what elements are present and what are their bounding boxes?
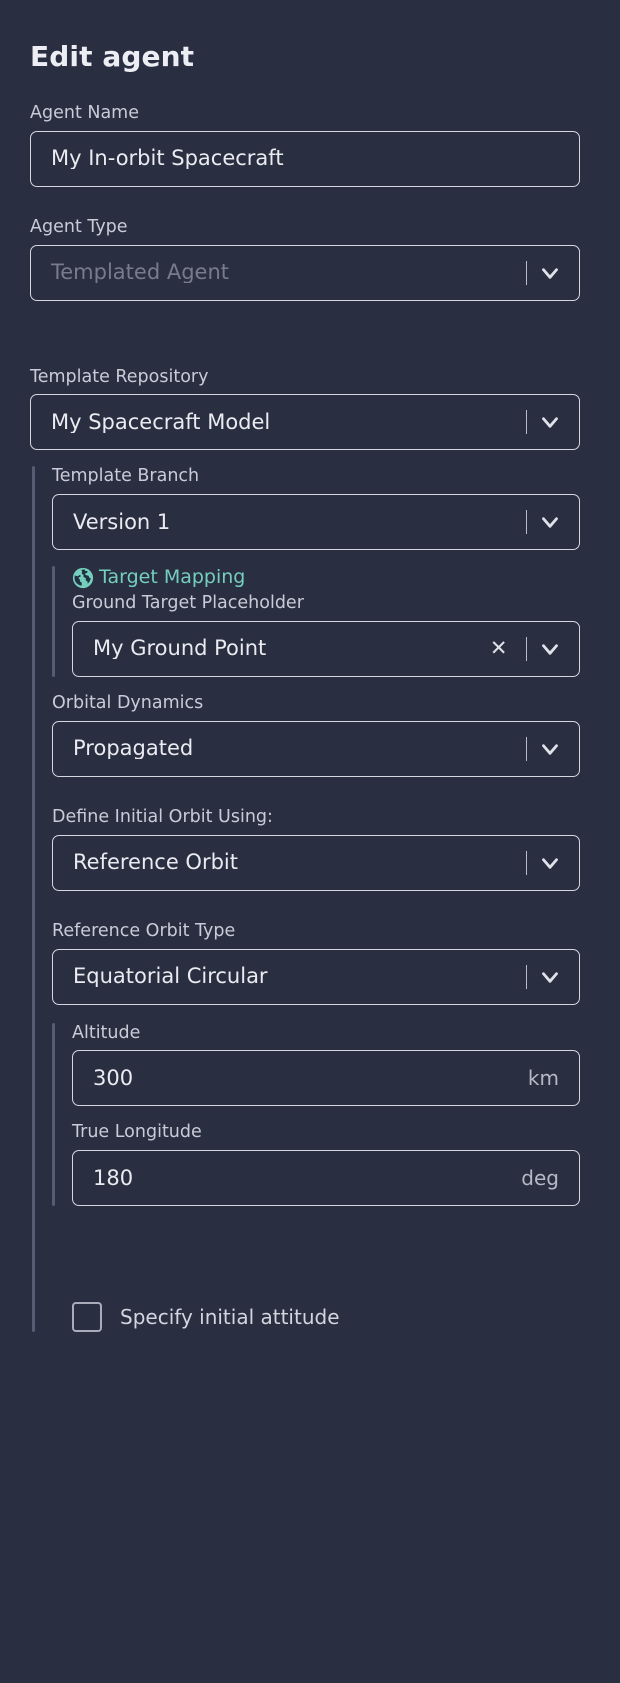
reference-orbit-type-value: Equatorial Circular xyxy=(73,966,268,988)
divider xyxy=(525,736,527,761)
specify-initial-attitude-row[interactable]: Specify initial attitude xyxy=(52,1302,580,1333)
altitude-unit: km xyxy=(527,1066,559,1091)
target-mapping-label: Target Mapping xyxy=(99,566,246,589)
ground-target-placeholder-select[interactable]: My Ground Point ✕ xyxy=(72,620,580,677)
field-agent-name: Agent Name My In-orbit Spacecraft xyxy=(30,103,580,187)
template-branch-adornments xyxy=(516,509,570,535)
agent-type-select[interactable]: Templated Agent xyxy=(30,244,580,301)
field-template-branch: Template Branch Version 1 xyxy=(52,466,580,551)
field-orbital-dynamics: Orbital Dynamics Propagated xyxy=(52,693,580,777)
orbital-dynamics-label: Orbital Dynamics xyxy=(52,692,204,713)
template-repository-select[interactable]: My Spacecraft Model xyxy=(30,394,580,451)
chevron-down-icon[interactable] xyxy=(537,636,563,662)
agent-name-label: Agent Name xyxy=(30,102,139,123)
true-longitude-unit: deg xyxy=(521,1166,559,1191)
orbital-dynamics-value: Propagated xyxy=(73,738,194,760)
orbit-parameters-group: Altitude 300 km True Longitude 180 deg xyxy=(52,1022,580,1207)
divider xyxy=(525,636,527,661)
divider xyxy=(525,410,527,435)
reference-orbit-type-adornments xyxy=(516,964,570,990)
field-altitude: Altitude 300 km xyxy=(72,1023,580,1107)
ground-target-placeholder-label: Ground Target Placeholder xyxy=(72,593,304,614)
orbital-dynamics-adornments xyxy=(516,736,570,762)
ground-target-adornments: ✕ xyxy=(482,636,569,662)
true-longitude-value: 180 xyxy=(93,1167,134,1189)
chevron-down-icon[interactable] xyxy=(537,850,563,876)
agent-name-input[interactable]: My In-orbit Spacecraft xyxy=(30,130,580,187)
altitude-value: 300 xyxy=(93,1067,134,1089)
true-longitude-label: True Longitude xyxy=(72,1122,202,1143)
template-repository-adornments xyxy=(516,409,570,435)
field-template-repository: Template Repository My Spacecraft Model xyxy=(30,367,580,451)
true-longitude-input[interactable]: 180 deg xyxy=(72,1150,580,1207)
edit-agent-panel: Edit agent Agent Name My In-orbit Spacec… xyxy=(0,0,620,1683)
template-branch-label: Template Branch xyxy=(52,466,200,487)
define-initial-orbit-using-select[interactable]: Reference Orbit xyxy=(52,834,580,891)
chevron-down-icon[interactable] xyxy=(537,964,563,990)
template-branch-select[interactable]: Version 1 xyxy=(52,494,580,551)
altitude-input[interactable]: 300 km xyxy=(72,1050,580,1107)
field-define-initial-orbit-using: Define Initial Orbit Using: Reference Or… xyxy=(52,807,580,891)
globe-icon xyxy=(72,567,94,588)
field-agent-type: Agent Type Templated Agent xyxy=(30,217,580,301)
agent-name-value: My In-orbit Spacecraft xyxy=(51,148,284,170)
page-title: Edit agent xyxy=(30,40,195,73)
altitude-label: Altitude xyxy=(72,1022,141,1043)
specify-initial-attitude-label: Specify initial attitude xyxy=(120,1305,340,1330)
divider xyxy=(525,260,527,285)
specify-initial-attitude-checkbox[interactable] xyxy=(72,1302,102,1333)
divider xyxy=(525,510,527,535)
orbital-dynamics-select[interactable]: Propagated xyxy=(52,720,580,777)
define-initial-orbit-using-value: Reference Orbit xyxy=(73,852,238,874)
template-repository-value: My Spacecraft Model xyxy=(51,411,271,433)
target-mapping-group: Target Mapping Ground Target Placeholder… xyxy=(52,566,580,677)
template-branch-value: Version 1 xyxy=(73,511,171,533)
chevron-down-icon[interactable] xyxy=(537,736,563,762)
field-true-longitude: True Longitude 180 deg xyxy=(72,1122,580,1207)
define-initial-orbit-using-label: Define Initial Orbit Using: xyxy=(52,806,273,827)
reference-orbit-type-label: Reference Orbit Type xyxy=(52,920,236,941)
target-mapping-heading: Target Mapping xyxy=(72,566,580,589)
define-initial-orbit-adornments xyxy=(516,850,570,876)
ground-target-placeholder-value: My Ground Point xyxy=(93,638,267,660)
clear-icon[interactable]: ✕ xyxy=(482,638,516,659)
chevron-down-icon[interactable] xyxy=(537,409,563,435)
divider xyxy=(525,850,527,875)
reference-orbit-type-select[interactable]: Equatorial Circular xyxy=(52,948,580,1005)
template-repository-label: Template Repository xyxy=(30,366,209,387)
agent-type-adornments xyxy=(516,260,570,286)
template-branch-group: Template Branch Version 1 Target Mapping… xyxy=(32,466,580,1333)
chevron-down-icon[interactable] xyxy=(537,260,563,286)
field-ground-target-placeholder: Ground Target Placeholder My Ground Poin… xyxy=(72,593,580,677)
divider xyxy=(525,964,527,989)
field-reference-orbit-type: Reference Orbit Type Equatorial Circular xyxy=(52,921,580,1005)
agent-type-value: Templated Agent xyxy=(51,262,229,284)
agent-type-label: Agent Type xyxy=(30,216,128,237)
chevron-down-icon[interactable] xyxy=(537,509,563,535)
